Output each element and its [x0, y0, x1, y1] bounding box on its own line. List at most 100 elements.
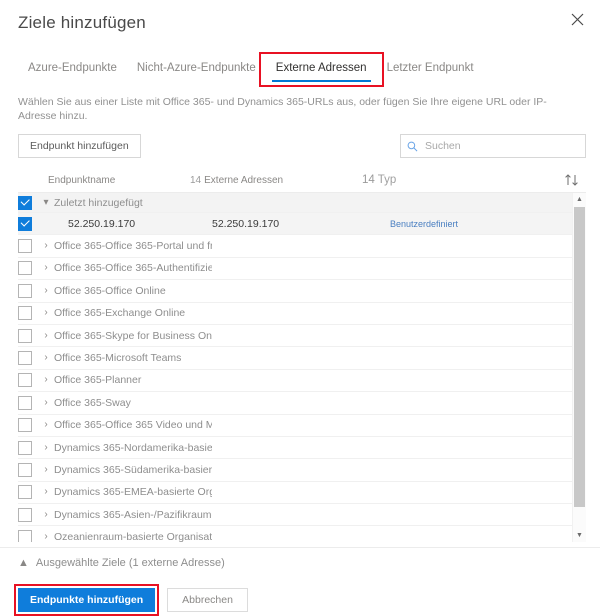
scrollbar-thumb[interactable]: [574, 207, 585, 507]
chevron-right-icon[interactable]: ›: [40, 397, 52, 408]
row-checkbox[interactable]: [18, 216, 32, 231]
row-checkbox[interactable]: [18, 462, 32, 477]
row-checkbox[interactable]: [18, 306, 32, 321]
table-row[interactable]: › Dynamics 365-EMEA-basierte Organisat..…: [18, 482, 572, 505]
column-header-endpunktname[interactable]: Endpunktname: [18, 175, 190, 186]
scroll-up-arrow-icon[interactable]: ▲: [573, 193, 586, 206]
chevron-right-icon[interactable]: ›: [40, 442, 52, 453]
row-checkbox[interactable]: [18, 507, 32, 522]
row-checkbox[interactable]: [18, 283, 32, 298]
chevron-right-icon[interactable]: ›: [40, 420, 52, 430]
cell-type[interactable]: Benutzerdefiniert: [390, 219, 458, 229]
chevron-right-icon[interactable]: ›: [40, 308, 52, 318]
footer-actions: Endpunkte hinzufügen Abbrechen: [0, 584, 600, 616]
tab-bar: Azure-Endpunkte Nicht-Azure-Endpunkte Ex…: [0, 52, 600, 87]
table-header: Endpunktname 14 Externe Adressen 14 Typ: [0, 168, 600, 192]
cell-endpoint-name: Office 365-Office 365 Video und Micr.: [54, 419, 212, 432]
search-icon: [407, 141, 418, 152]
page-title: Ziele hinzufügen: [18, 13, 146, 32]
row-checkbox[interactable]: [18, 195, 32, 210]
add-endpoint-button[interactable]: Endpunkt hinzufügen: [18, 134, 141, 158]
column-header-typ[interactable]: 14 Typ: [362, 174, 512, 186]
cancel-button[interactable]: Abbrechen: [167, 588, 248, 612]
row-checkbox[interactable]: [18, 418, 32, 433]
row-checkbox[interactable]: [18, 351, 32, 366]
chevron-right-icon[interactable]: ›: [40, 330, 52, 341]
chevron-right-icon[interactable]: ›: [40, 375, 52, 385]
cell-endpoint-name: Office 365-Planner: [54, 374, 142, 387]
chevron-right-icon[interactable]: ›: [40, 464, 52, 475]
scroll-down-arrow-icon[interactable]: ▼: [573, 529, 586, 542]
table-row[interactable]: › Office 365-Sway: [18, 392, 572, 415]
cell-endpoint-name: Office 365-Office 365-Portal und freigeg…: [54, 240, 212, 253]
table-row[interactable]: › Office 365-Office 365-Portal und freig…: [18, 235, 572, 258]
table-row[interactable]: › Office 365-Planner: [18, 370, 572, 393]
tab-active-underline: [271, 80, 371, 82]
table-row[interactable]: › Office 365-Microsoft Teams: [18, 347, 572, 370]
row-checkbox[interactable]: [18, 239, 32, 254]
chevron-down-icon[interactable]: ▾: [40, 197, 52, 208]
table-row[interactable]: › Dynamics 365-Südamerika-basierte ..: [18, 459, 572, 482]
cell-endpoint-name: Dynamics 365-Südamerika-basierte ..: [54, 463, 212, 476]
row-checkbox[interactable]: [18, 485, 32, 500]
endpoint-list: ▾ Zuletzt hinzugefügt 52.250.19.170 52.2…: [18, 193, 586, 542]
table-row[interactable]: › Ozeanienraum-basierte Organisationen: [18, 526, 572, 542]
table-row[interactable]: › Office 365-Office 365 Video und Micr.: [18, 415, 572, 437]
endpoint-list-container: ▾ Zuletzt hinzugefügt 52.250.19.170 52.2…: [18, 192, 586, 542]
chevron-right-icon[interactable]: ›: [40, 285, 52, 296]
table-row[interactable]: 52.250.19.170 52.250.19.170 Benutzerdefi…: [18, 213, 572, 236]
chevron-right-icon[interactable]: ›: [40, 532, 52, 542]
close-icon[interactable]: [564, 6, 590, 32]
column-header-label: Externe Adressen: [204, 174, 284, 186]
column-header-externe-adressen[interactable]: 14 Externe Adressen: [190, 175, 362, 186]
chevron-up-icon[interactable]: ▲: [18, 557, 29, 569]
tab-label: Externe Adressen: [275, 62, 367, 74]
cell-endpoint-name: Office 365-Office 365-Authentifizierung: [54, 262, 212, 275]
table-row[interactable]: › Dynamics 365-Nordamerika-basierte ..: [18, 437, 572, 460]
row-checkbox[interactable]: [18, 440, 32, 455]
chevron-right-icon[interactable]: ›: [40, 487, 52, 497]
table-row[interactable]: › Office 365-Exchange Online: [18, 303, 572, 325]
table-row[interactable]: › Office 365-Skype for Business Online: [18, 325, 572, 348]
dialog-header: Ziele hinzufügen: [0, 0, 600, 38]
row-checkbox[interactable]: [18, 395, 32, 410]
list-group-row[interactable]: ▾ Zuletzt hinzugefügt: [18, 193, 572, 213]
table-row[interactable]: › Office 365-Office 365-Authentifizierun…: [18, 258, 572, 281]
cell-endpoint-name: Office 365-Office Online: [54, 284, 166, 297]
cell-endpoint-name: Office 365-Sway: [54, 396, 131, 409]
selected-targets-label: Ausgewählte Ziele (1 externe Adresse): [35, 557, 225, 569]
cell-endpoint-name: 52.250.19.170: [68, 217, 136, 230]
row-checkbox[interactable]: [18, 261, 32, 276]
search-box[interactable]: [400, 134, 586, 158]
tab-nicht-azure-endpunkte[interactable]: Nicht-Azure-Endpunkte: [127, 57, 266, 82]
chevron-right-icon[interactable]: ›: [40, 241, 52, 251]
cell-endpoint-name: Dynamics 365-Asien-/Pazifikraum-basierte…: [54, 508, 212, 521]
column-header-label: Typ: [377, 174, 397, 186]
tab-letzter-endpunkt[interactable]: Letzter Endpunkt: [377, 57, 484, 82]
selected-targets-bar[interactable]: ▲ Ausgewählte Ziele (1 externe Adresse): [0, 547, 600, 578]
sort-ascending-descending-icon[interactable]: [512, 174, 586, 186]
list-scrollbar[interactable]: ▲ ▼: [572, 193, 586, 542]
cell-endpoint-name: Ozeanienraum-basierte Organisationen: [54, 531, 212, 542]
chevron-right-icon[interactable]: ›: [40, 509, 52, 520]
cell-external-address: 52.250.19.170: [212, 217, 280, 230]
cell-endpoint-name: Dynamics 365-Nordamerika-basierte ..: [54, 441, 212, 454]
search-input[interactable]: [423, 139, 579, 153]
cell-endpoint-name: Office 365-Microsoft Teams: [54, 352, 182, 365]
filter-glyph: 14: [362, 174, 375, 186]
add-endpoints-button[interactable]: Endpunkte hinzufügen: [18, 588, 156, 612]
table-row[interactable]: › Office 365-Office Online: [18, 280, 572, 303]
filter-glyph: 14: [190, 174, 202, 186]
row-checkbox[interactable]: [18, 530, 32, 542]
row-checkbox[interactable]: [18, 328, 32, 343]
description-text: Wählen Sie aus einer Liste mit Office 36…: [18, 96, 547, 122]
row-checkbox[interactable]: [18, 373, 32, 388]
tab-externe-adressen[interactable]: Externe Adressen: [258, 52, 384, 87]
add-endpoints-button-wrapper: Endpunkte hinzufügen: [14, 584, 160, 616]
tab-azure-endpunkte[interactable]: Azure-Endpunkte: [18, 57, 127, 82]
table-row[interactable]: › Dynamics 365-Asien-/Pazifikraum-basier…: [18, 504, 572, 527]
chevron-right-icon[interactable]: ›: [40, 263, 52, 273]
cell-endpoint-name: Dynamics 365-EMEA-basierte Organisat...: [54, 486, 212, 499]
chevron-right-icon[interactable]: ›: [40, 353, 52, 363]
group-label: Zuletzt hinzugefügt: [54, 196, 143, 209]
